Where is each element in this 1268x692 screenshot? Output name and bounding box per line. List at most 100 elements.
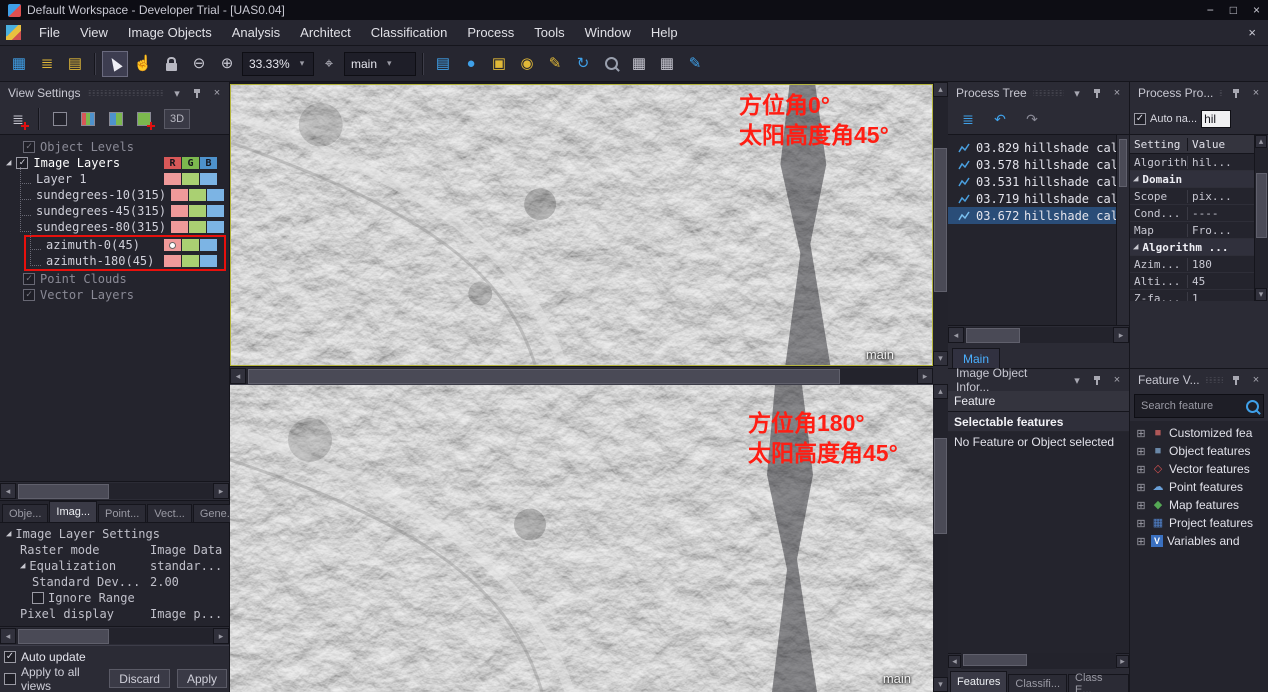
scroll-thumb[interactable] (248, 369, 840, 384)
pin-icon[interactable] (1229, 86, 1243, 100)
show-layers-icon[interactable]: ▤ (430, 51, 456, 77)
layer-r-cell[interactable] (164, 173, 181, 185)
layer-item[interactable]: sundegrees-45(315) (0, 203, 229, 219)
expand-icon[interactable]: ⊞ (1135, 535, 1147, 548)
scroll-left-icon[interactable]: ◂ (0, 628, 16, 644)
pin-icon[interactable] (1090, 373, 1104, 387)
layer-r-cell[interactable] (164, 239, 181, 251)
scroll-track[interactable] (961, 653, 1116, 669)
layer-r-cell[interactable] (171, 205, 188, 217)
layer-g-cell[interactable] (182, 173, 199, 185)
undo-icon[interactable]: ↶ (988, 107, 1012, 131)
edit-outline-icon[interactable]: ✎ (542, 51, 568, 77)
checkbox-auto-update[interactable]: ✓ (4, 651, 16, 663)
property-row[interactable]: Z-fa... 1 (1130, 290, 1254, 301)
bottom-view-vscrollbar[interactable]: ▴ ▾ (933, 384, 948, 692)
property-group-row[interactable]: ◢ Algorithm ... (1130, 239, 1254, 256)
document-close-icon[interactable]: × (1242, 25, 1262, 40)
object-grid-icon[interactable]: ▦ (654, 51, 680, 77)
checkbox-point-clouds[interactable]: ✓ (23, 273, 35, 285)
view-settings-hscrollbar[interactable]: ◂ ▸ (0, 481, 229, 500)
expand-icon[interactable]: ⊞ (1135, 499, 1147, 512)
workspace-icon[interactable]: ▦ (6, 51, 32, 77)
checkbox-object-levels[interactable]: ✓ (23, 141, 35, 153)
tab-vector[interactable]: Vect... (147, 504, 192, 522)
zoom-in-icon[interactable]: ⊕ (214, 51, 240, 77)
scroll-thumb[interactable] (966, 328, 1020, 343)
zoom-window-icon[interactable] (598, 51, 624, 77)
scroll-thumb[interactable] (18, 484, 109, 499)
layer-r-cell[interactable] (171, 189, 188, 201)
layer-b-cell[interactable] (207, 221, 224, 233)
layer-g-cell[interactable] (189, 221, 206, 233)
scroll-right-icon[interactable]: ▸ (213, 628, 229, 644)
pin-icon[interactable] (1229, 373, 1243, 387)
scroll-track[interactable] (246, 368, 917, 384)
feature-search-input[interactable] (1139, 399, 1242, 413)
search-icon[interactable] (1246, 400, 1259, 413)
menu-tools[interactable]: Tools (524, 22, 574, 43)
edit-layer-mixing-icon[interactable]: ≣ (6, 107, 30, 131)
tab-main[interactable]: Main (952, 348, 1000, 368)
scroll-left-icon[interactable]: ◂ (0, 483, 16, 499)
scroll-track[interactable] (933, 97, 948, 351)
map-viewport-bottom[interactable]: 方位角180° 太阳高度角45° main (230, 384, 933, 692)
tree-item-vector-layers[interactable]: ✓ Vector Layers (0, 287, 229, 303)
expand-triangle-icon[interactable]: ◢ (6, 159, 11, 168)
scroll-thumb[interactable] (1119, 139, 1127, 187)
image-object-info-hscrollbar[interactable]: ◂ ▸ (948, 653, 1129, 668)
process-item[interactable]: 03.829 hillshade calc (948, 139, 1129, 156)
process-tree-icon[interactable]: ≣ (956, 107, 980, 131)
menu-help[interactable]: Help (641, 22, 688, 43)
pin-icon[interactable] (1090, 86, 1104, 100)
scroll-right-icon[interactable]: ▸ (213, 483, 229, 499)
scroll-left-icon[interactable]: ◂ (948, 655, 961, 668)
show-classification-icon[interactable]: ◉ (514, 51, 540, 77)
process-item[interactable]: 03.531 hillshade calc (948, 173, 1129, 190)
scroll-right-icon[interactable]: ▸ (1116, 655, 1129, 668)
layer-r-cell[interactable] (164, 255, 181, 267)
apply-button[interactable]: Apply (177, 669, 227, 688)
layer-g-cell[interactable] (182, 255, 199, 267)
property-row[interactable]: Cond... ---- (1130, 205, 1254, 222)
scroll-down-icon[interactable]: ▾ (933, 677, 948, 692)
setting-row-pixel-display[interactable]: Pixel display Image p... (0, 606, 229, 622)
lock-tool-icon[interactable] (158, 51, 184, 77)
layer-b-cell[interactable] (207, 205, 224, 217)
scroll-down-icon[interactable]: ▾ (1255, 288, 1267, 301)
rgb-layer-view-icon[interactable] (76, 107, 100, 131)
pin-icon[interactable] (190, 86, 204, 100)
expand-icon[interactable]: ⊞ (1135, 427, 1147, 440)
layer-item[interactable]: sundegrees-10(315) (0, 187, 229, 203)
menu-analysis[interactable]: Analysis (222, 22, 290, 43)
property-row[interactable]: Algorithm hil... (1130, 154, 1254, 171)
discard-button[interactable]: Discard (109, 669, 170, 688)
scroll-track[interactable] (1255, 148, 1268, 288)
close-icon[interactable]: × (1110, 86, 1124, 100)
draw-polygon-icon[interactable]: ✎ (682, 51, 708, 77)
close-button[interactable]: × (1253, 3, 1260, 17)
menu-image-objects[interactable]: Image Objects (118, 22, 222, 43)
menu-view[interactable]: View (70, 22, 118, 43)
layer-b-cell[interactable] (200, 173, 217, 185)
scroll-thumb[interactable] (934, 438, 947, 535)
scroll-thumb[interactable] (18, 629, 109, 644)
scroll-track[interactable] (964, 327, 1113, 343)
panel-menu-icon[interactable]: ▾ (1070, 86, 1084, 100)
menu-file[interactable]: File (29, 22, 70, 43)
select-tool-icon[interactable] (102, 51, 128, 77)
feature-group-point[interactable]: ⊞ ☁ Point features (1130, 478, 1268, 496)
pixel-grid-icon[interactable]: ▦ (626, 51, 652, 77)
image-layers-icon[interactable]: ≣ (34, 51, 60, 77)
3d-view-button[interactable]: 3D (164, 109, 190, 129)
selectable-features-row[interactable]: Selectable features (948, 412, 1129, 432)
tab-object[interactable]: Obje... (2, 504, 48, 522)
feature-group-map[interactable]: ⊞ ◆ Map features (1130, 496, 1268, 514)
scroll-track[interactable] (16, 483, 213, 499)
feature-group-customized[interactable]: ⊞ ■ Customized fea (1130, 424, 1268, 442)
layer-g-cell[interactable] (182, 239, 199, 251)
add-layer-view-icon[interactable] (132, 107, 156, 131)
property-row[interactable]: Azim... 180 (1130, 256, 1254, 273)
layer-r-cell[interactable] (171, 221, 188, 233)
tab-image[interactable]: Imag... (49, 501, 97, 522)
